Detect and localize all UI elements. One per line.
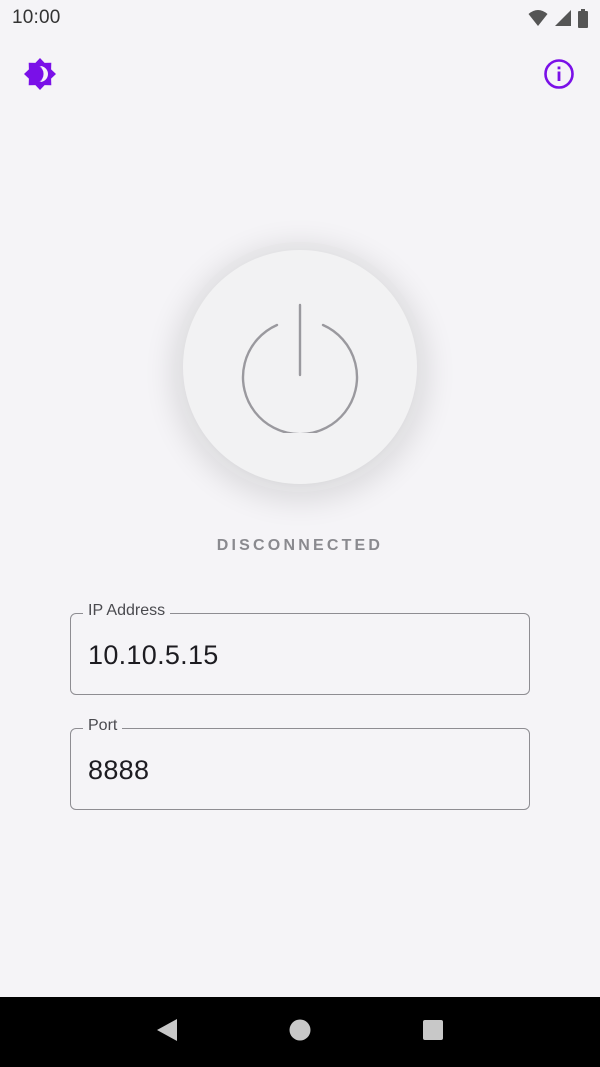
info-icon xyxy=(543,58,575,95)
battery-icon xyxy=(578,8,588,28)
brightness-half-icon xyxy=(23,57,57,96)
power-icon xyxy=(240,297,360,438)
connect-power-button[interactable] xyxy=(183,250,417,484)
power-button-wrapper xyxy=(183,250,417,484)
ip-address-field[interactable]: IP Address 10.10.5.15 xyxy=(70,602,530,695)
app-screen: 10:00 DISCONNECTED IP Address 10.10.5.15… xyxy=(0,0,600,1067)
port-value[interactable]: 8888 xyxy=(88,755,149,786)
ip-address-label: IP Address xyxy=(83,602,171,620)
cell-signal-icon xyxy=(554,9,572,27)
back-button[interactable] xyxy=(147,1012,187,1052)
port-label: Port xyxy=(83,717,123,735)
theme-toggle-button[interactable] xyxy=(22,57,58,96)
home-icon xyxy=(289,1019,311,1046)
status-time: 10:00 xyxy=(12,7,61,28)
recents-icon xyxy=(422,1019,444,1046)
info-button[interactable] xyxy=(541,58,577,94)
status-icons xyxy=(528,8,588,28)
recents-button[interactable] xyxy=(413,1012,453,1052)
connection-status: DISCONNECTED xyxy=(216,537,384,554)
port-field[interactable]: Port 8888 xyxy=(70,717,530,810)
wifi-icon xyxy=(528,9,548,27)
status-bar: 10:00 xyxy=(0,0,600,36)
back-icon xyxy=(156,1018,178,1047)
ip-address-value[interactable]: 10.10.5.15 xyxy=(88,640,219,671)
home-button[interactable] xyxy=(280,1012,320,1052)
system-nav-bar xyxy=(0,997,600,1067)
